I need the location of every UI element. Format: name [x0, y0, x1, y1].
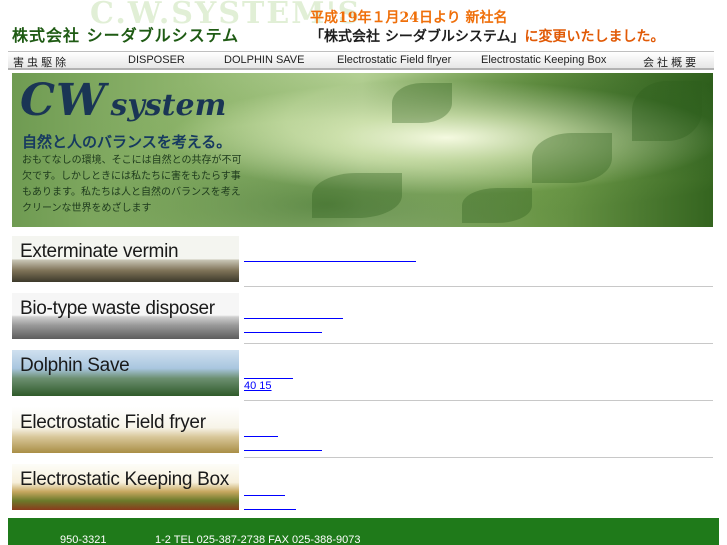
logo-cw: CW: [20, 75, 107, 126]
cw-system-logo: CW system: [20, 75, 226, 126]
nav-item-disposer[interactable]: DISPOSER: [128, 54, 185, 66]
hero-banner: CW system 自然と人のバランスを考える。 おもてなしの環境、そこには自然と…: [12, 73, 713, 227]
leaf-shape: [532, 133, 612, 183]
row-divider: [244, 457, 713, 458]
service-link[interactable]: [244, 366, 293, 379]
service-link[interactable]: [244, 497, 296, 510]
service-title: Electrostatic Keeping Box: [20, 469, 230, 490]
main-nav: 害 虫 駆 除 DISPOSER DOLPHIN SAVE Electrosta…: [8, 51, 714, 70]
service-link[interactable]: [244, 306, 343, 319]
leaf-shape: [392, 83, 452, 123]
service-title: Bio-type waste disposer: [20, 298, 215, 319]
service-row-field-fryer: Electrostatic Field fryer: [0, 407, 727, 463]
notice-line-1: 平成19年１月24日より 新社名: [310, 10, 508, 26]
notice-rest: に変更いたしました。: [524, 29, 665, 45]
service-row-keeping-box: Electrostatic Keeping Box: [0, 464, 727, 520]
service-image-field-fryer[interactable]: Electrostatic Field fryer: [12, 407, 239, 453]
service-image-keeping-box[interactable]: Electrostatic Keeping Box: [12, 464, 239, 510]
service-title: Dolphin Save: [20, 355, 130, 376]
service-image-vermin[interactable]: Exterminate vermin: [12, 236, 239, 282]
rename-notice: 平成19年１月24日より 新社名 「株式会社 シーダブルシステム」に変更いたしま…: [310, 9, 710, 47]
leaf-shape: [462, 188, 532, 223]
row-divider: [244, 286, 713, 287]
site-header: C.W.SYSTEM'S 株式会社 シーダブルシステム 平成19年１月24日より…: [0, 0, 727, 52]
service-link[interactable]: [244, 320, 322, 333]
footer-postal-code: 950-3321: [60, 534, 107, 545]
company-name: 株式会社 シーダブルシステム: [12, 26, 240, 45]
footer-contact: 1-2 TEL 025-387-2738 FAX 025-388-9073: [155, 534, 361, 545]
leaf-shape: [632, 81, 702, 141]
banner-tagline: 自然と人のバランスを考える。: [22, 133, 232, 151]
nav-item-company-profile[interactable]: 会 社 概 要: [643, 54, 696, 70]
nav-item-dolphin-save[interactable]: DOLPHIN SAVE: [224, 54, 305, 66]
service-link[interactable]: [244, 483, 285, 496]
service-link[interactable]: [244, 438, 322, 451]
service-image-dolphin[interactable]: Dolphin Save: [12, 350, 239, 396]
row-divider: [244, 400, 713, 401]
notice-line-2: 「株式会社 シーダブルシステム」に変更いたしました。: [310, 28, 710, 47]
service-row-disposer: Bio-type waste disposer: [0, 293, 727, 349]
nav-item-keeping-box[interactable]: Electrostatic Keeping Box: [481, 54, 606, 66]
service-link[interactable]: [244, 424, 278, 437]
nav-item-pest-control[interactable]: 害 虫 駆 除: [13, 54, 66, 70]
service-image-disposer[interactable]: Bio-type waste disposer: [12, 293, 239, 339]
service-link[interactable]: [244, 249, 416, 262]
service-title: Exterminate vermin: [20, 241, 179, 262]
service-title: Electrostatic Field fryer: [20, 412, 206, 433]
row-divider: [244, 343, 713, 344]
banner-description: おもてなしの環境、そこには自然との共存が不可欠です。しかしときには私たちに害をも…: [22, 155, 242, 214]
leaf-shape: [312, 173, 402, 218]
service-row-dolphin: Dolphin Save 40 15: [0, 350, 727, 406]
service-link[interactable]: 40 15: [244, 380, 311, 393]
service-row-vermin: Exterminate vermin: [0, 236, 727, 292]
notice-new-name: 「株式会社 シーダブルシステム」: [310, 29, 525, 45]
site-footer: 950-3321 1-2 TEL 025-387-2738 FAX 025-38…: [8, 518, 719, 545]
logo-system: system: [110, 88, 227, 123]
nav-item-field-fryer[interactable]: Electrostatic Field flryer: [337, 54, 451, 66]
